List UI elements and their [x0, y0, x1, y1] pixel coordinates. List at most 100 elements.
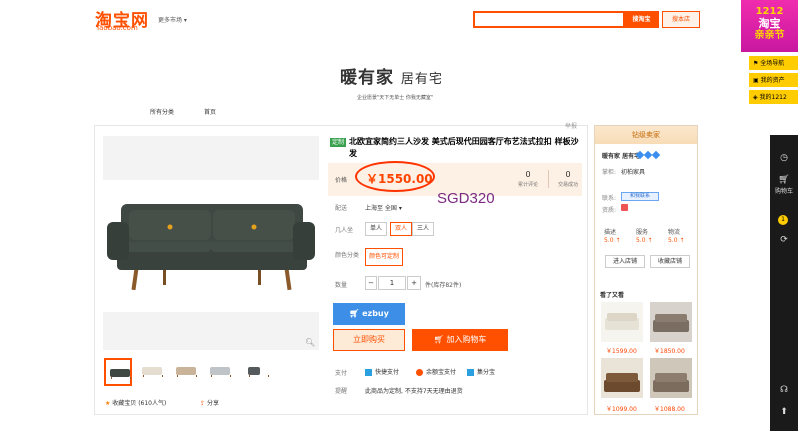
score-label-desc: 描述: [604, 229, 617, 236]
refresh-icon[interactable]: ⟳: [770, 235, 798, 245]
also-viewed-item-3[interactable]: [601, 358, 643, 398]
cart-count-badge: 1: [778, 215, 788, 225]
also-viewed-price-2: ￥1850.00: [654, 348, 685, 355]
jifenbao-icon: [467, 369, 474, 376]
also-viewed-price-3: ￥1099.00: [606, 406, 637, 413]
seller-shop-name[interactable]: 暖有家 居有宅: [602, 151, 640, 160]
share-label: 分享: [206, 400, 219, 407]
add-cart-label: 加入购物车: [446, 335, 487, 344]
seats-label: 几人坐: [335, 227, 354, 234]
quantity-input[interactable]: 1: [378, 276, 406, 290]
sidebar-link-label: 我的1212: [759, 94, 787, 101]
seller-value[interactable]: 初柏家具: [621, 167, 645, 176]
shop-name: 暖有家 居有宅: [340, 68, 443, 88]
top-bar: 淘宝网 Taobao.com 更多市场 ▾ 搜淘宝 搜本店: [0, 0, 798, 40]
headset-icon[interactable]: ☊: [770, 385, 798, 395]
favorite-shop-button[interactable]: 收藏店铺: [650, 255, 690, 268]
report-link[interactable]: 举报: [565, 121, 577, 130]
cart-icon[interactable]: 🛒︎: [770, 175, 798, 185]
taobao-logo-en[interactable]: Taobao.com: [96, 24, 138, 32]
pay-method-quick: 快捷支付: [365, 367, 399, 376]
search-taobao-button[interactable]: 搜淘宝: [624, 11, 659, 28]
shipping-label: 配送: [335, 205, 348, 212]
double12-banner[interactable]: 1212 淘宝 亲亲节: [741, 0, 798, 52]
contact-seller-button[interactable]: 和我联系: [621, 192, 659, 201]
score-value-service: 5.0 ↑: [636, 237, 653, 244]
cart-icon: 🛒︎: [349, 309, 363, 318]
back-to-top-icon[interactable]: ⬆: [770, 407, 798, 417]
also-viewed-price-4: ￥1088.00: [654, 406, 685, 413]
tip-text: 此商品为定制, 不支持7天无理由退货: [365, 388, 463, 395]
also-viewed-title: 看了又看: [600, 292, 625, 299]
toolbar-dark: ◷ 🛒︎ 购物车 1 ⟳ ☊ ⬆: [770, 135, 798, 431]
yuebao-icon: [416, 369, 423, 376]
banner-text-festival: 亲亲节: [754, 30, 785, 41]
shop-tagline: 企业愿景"天下无单士 你我无藏室": [357, 95, 434, 101]
color-option-custom[interactable]: 颜色可定制: [365, 248, 403, 266]
enter-shop-button[interactable]: 进入店铺: [605, 255, 645, 268]
pay-method-yuebao: 余额宝支付: [416, 367, 456, 376]
sgd-annotation: SGD320: [437, 190, 495, 207]
color-label: 颜色分类: [335, 252, 360, 259]
thumbnail-3[interactable]: [172, 358, 200, 386]
seller-label: 掌柜:: [602, 169, 617, 176]
sidebar-link-assets[interactable]: ▣ 我的资产: [749, 73, 798, 88]
history-icon[interactable]: ◷: [770, 153, 798, 163]
qualification-icon: [621, 204, 628, 211]
also-viewed-item-1[interactable]: [601, 302, 643, 342]
reviews-stat[interactable]: 0 累计评论: [508, 170, 548, 188]
gallery-band-top: [103, 136, 319, 180]
search-shop-button[interactable]: 搜本店: [662, 11, 700, 28]
product-main-image[interactable]: [103, 180, 319, 312]
seat-option-double[interactable]: 双人: [390, 222, 412, 236]
buy-now-button[interactable]: 立即购买: [333, 329, 405, 351]
price-highlight-circle: [355, 161, 435, 192]
sidebar-link-label: 全场导航: [760, 60, 785, 67]
thumbnail-1[interactable]: [104, 358, 132, 386]
thumbnail-5[interactable]: [240, 358, 269, 386]
thumbnail-4[interactable]: [206, 358, 234, 386]
thumbnail-2[interactable]: [138, 358, 166, 386]
zoom-icon[interactable]: 🔍︎: [305, 338, 315, 347]
seat-option-triple[interactable]: 三人: [412, 222, 434, 236]
price-label: 价格: [335, 177, 348, 184]
ezbuy-button[interactable]: 🛒︎ ezbuy: [333, 303, 405, 325]
favorite-item[interactable]: ★ 收藏宝贝 (610人气): [105, 398, 166, 407]
nav-all-categories[interactable]: 所有分类: [150, 109, 174, 116]
seat-option-single[interactable]: 单人: [365, 222, 387, 236]
score-value-logistics: 5.0 ↑: [668, 237, 685, 244]
shop-nav: 所有分类 首页: [150, 107, 244, 116]
tip-label: 提醒: [335, 388, 348, 395]
cart-icon: 🛒︎: [433, 335, 447, 344]
quantity-plus-button[interactable]: +: [407, 276, 421, 290]
more-market-dropdown[interactable]: 更多市场 ▾: [158, 15, 187, 24]
gallery-band-bottom: [103, 312, 319, 350]
also-viewed-item-4[interactable]: [650, 358, 692, 398]
also-viewed-item-2[interactable]: [650, 302, 692, 342]
quick-pay-icon: [365, 369, 372, 376]
favorite-label: 收藏宝贝 (610人气): [112, 400, 167, 407]
sales-stat: 0 交易成功: [557, 170, 578, 188]
ezbuy-label: ezbuy: [362, 309, 389, 318]
cart-label[interactable]: 购物车: [770, 188, 798, 196]
share-icon: ⇪: [200, 400, 207, 407]
custom-tag: 定制: [330, 138, 347, 147]
sidebar-link-nav[interactable]: ⚑ 全场导航: [749, 56, 798, 71]
score-value-desc: 5.0 ↑: [604, 237, 621, 244]
contact-label: 联系:: [602, 195, 617, 202]
search-input[interactable]: [473, 11, 625, 28]
shipping-select[interactable]: 上海至 全国 ▾: [365, 203, 402, 212]
sidebar-link-label: 我的资产: [760, 77, 785, 84]
pay-method-jifenbao: 集分宝: [467, 367, 495, 376]
nav-home[interactable]: 首页: [204, 109, 216, 116]
wallet-icon: ▣: [753, 77, 761, 84]
also-viewed-price-1: ￥1599.00: [606, 348, 637, 355]
quantity-minus-button[interactable]: −: [365, 276, 377, 290]
quantity-stock: 件(库存82件): [425, 282, 462, 289]
share-button[interactable]: ⇪ 分享: [200, 398, 219, 407]
add-to-cart-button[interactable]: 🛒︎ 加入购物车: [412, 329, 508, 351]
sidebar-link-1212[interactable]: ◈ 我的1212: [749, 90, 798, 105]
product-title: 北欧宜家简约三人沙发 美式后现代田园客厅布艺法式拉扣 样板沙发: [349, 137, 579, 158]
score-label-logistics: 物流: [668, 229, 681, 236]
banner-text-taobao: 淘宝: [758, 17, 781, 30]
